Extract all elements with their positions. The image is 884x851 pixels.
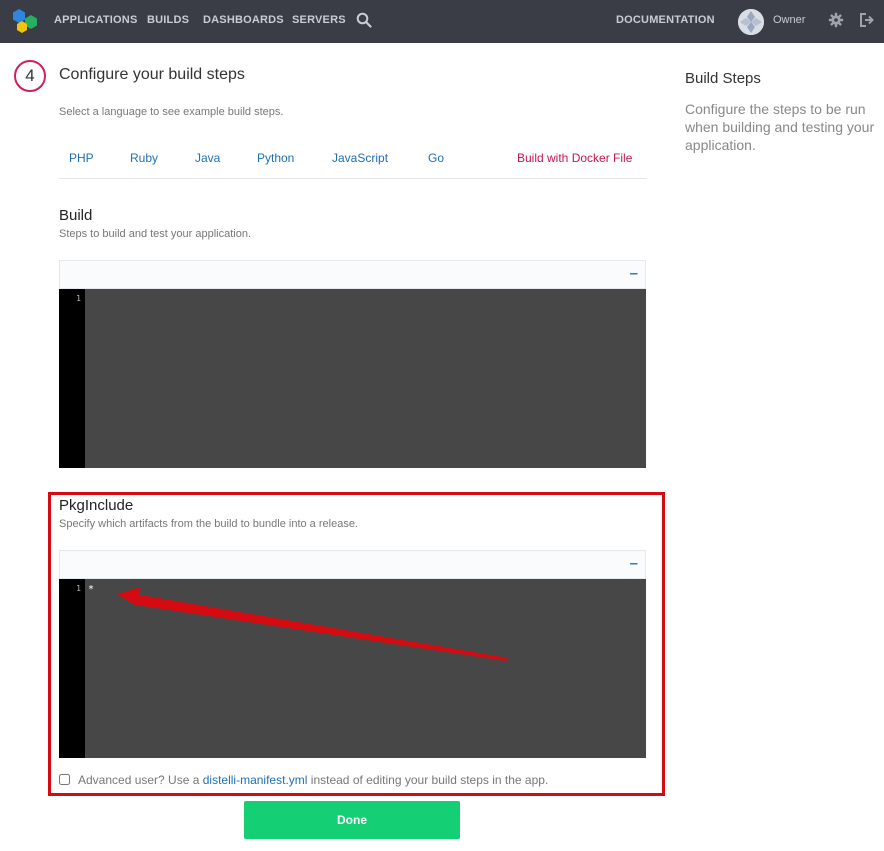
tab-java[interactable]: Java bbox=[195, 151, 220, 165]
sidebar-title: Build Steps bbox=[685, 70, 761, 87]
step-title: Configure your build steps bbox=[59, 66, 245, 83]
build-code-editor[interactable]: 1 bbox=[59, 289, 646, 468]
search-icon[interactable] bbox=[356, 12, 372, 28]
nav-dashboards[interactable]: DASHBOARDS bbox=[203, 14, 284, 26]
nav-servers[interactable]: SERVERS bbox=[292, 14, 346, 26]
avatar[interactable] bbox=[738, 9, 764, 35]
build-line-number: 1 bbox=[76, 294, 81, 303]
done-button[interactable]: Done bbox=[244, 801, 460, 839]
tab-python[interactable]: Python bbox=[257, 151, 294, 165]
user-menu[interactable]: Owner bbox=[773, 14, 805, 26]
build-section-title: Build bbox=[59, 207, 93, 224]
language-tabs: PHP Ruby Java Python JavaScript Go Build… bbox=[59, 150, 647, 179]
build-editor-gutter: 1 bbox=[59, 289, 85, 468]
avatar-pattern-icon bbox=[738, 9, 764, 35]
tab-go[interactable]: Go bbox=[428, 151, 444, 165]
tab-php[interactable]: PHP bbox=[69, 151, 94, 165]
gear-icon[interactable] bbox=[828, 12, 844, 28]
nav-documentation[interactable]: DOCUMENTATION bbox=[616, 14, 715, 26]
tab-docker-file[interactable]: Build with Docker File bbox=[517, 151, 632, 165]
distelli-logo-icon[interactable] bbox=[12, 8, 40, 34]
nav-applications[interactable]: APPLICATIONS bbox=[54, 14, 137, 26]
sidebar-description: Configure the steps to be run when build… bbox=[685, 101, 875, 153]
tab-javascript[interactable]: JavaScript bbox=[332, 151, 388, 165]
top-navbar: APPLICATIONS BUILDS DASHBOARDS SERVERS D… bbox=[0, 0, 884, 43]
logout-icon[interactable] bbox=[859, 12, 875, 28]
build-editor-header: – bbox=[59, 260, 646, 289]
annotation-highlight-box bbox=[48, 492, 665, 796]
tab-ruby[interactable]: Ruby bbox=[130, 151, 158, 165]
language-hint: Select a language to see example build s… bbox=[59, 106, 284, 118]
build-collapse-button[interactable]: – bbox=[630, 266, 638, 281]
step-number-badge: 4 bbox=[14, 60, 46, 92]
build-section-hint: Steps to build and test your application… bbox=[59, 228, 252, 240]
nav-builds[interactable]: BUILDS bbox=[147, 14, 189, 26]
